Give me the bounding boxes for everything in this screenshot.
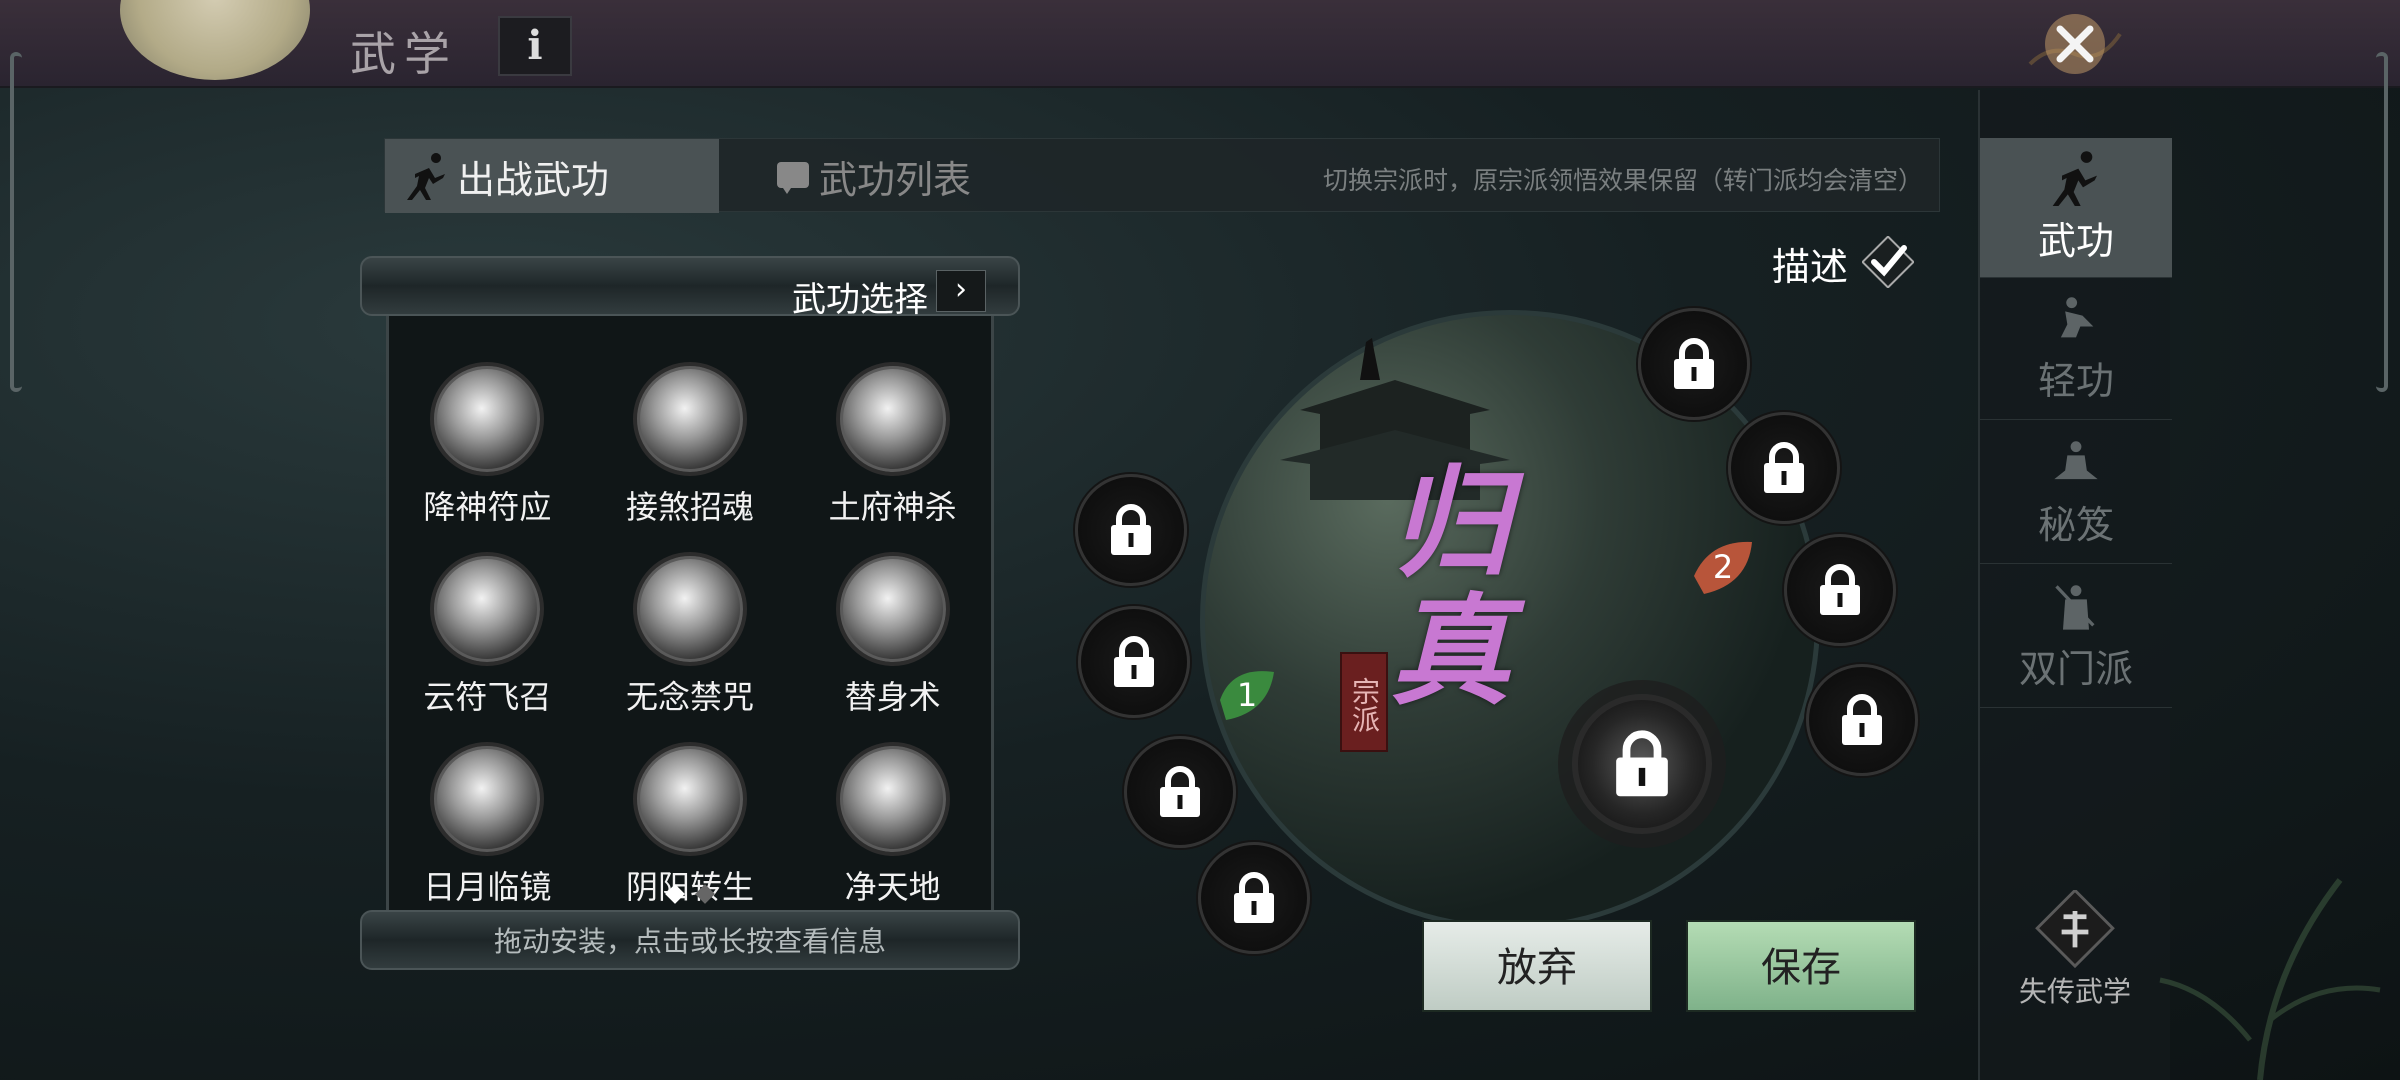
skill-grid: 降神符应 接煞招魂 土府神杀 云符飞召 无念禁咒 替身术 日月临镜 阴阳转生 净…	[386, 362, 994, 908]
skill-select-button[interactable]: ›	[936, 270, 986, 312]
tab-label: 出战武功	[457, 157, 610, 202]
checkmark-icon	[1861, 235, 1915, 289]
locked-slot[interactable]	[1075, 474, 1187, 586]
lock-icon	[1674, 338, 1714, 389]
skill-orb-icon	[835, 362, 950, 476]
skill-orb-icon	[835, 552, 950, 666]
sidebar-item-label: 双门派	[2018, 647, 2133, 691]
skill-item[interactable]: 替身术	[791, 552, 994, 718]
page-dot-active[interactable]	[665, 884, 685, 904]
martial-pose-icon	[2052, 151, 2097, 206]
tab-bar: 出战武功 武功列表 切换宗派时，原宗派领悟效果保留（转门派均会清空）	[384, 138, 1940, 213]
sidebar-item-dual-sect[interactable]: 双门派	[1980, 568, 2172, 708]
skill-item[interactable]: 云符飞召	[386, 552, 589, 718]
lock-icon	[1842, 694, 1882, 745]
locked-slot[interactable]	[1784, 534, 1896, 646]
skill-orb-icon	[430, 552, 545, 666]
skill-name: 云符飞召	[423, 678, 552, 716]
right-frame-decoration	[2376, 52, 2388, 392]
skill-name: 降神符应	[423, 488, 552, 526]
lock-icon	[1764, 442, 1804, 493]
locked-slot[interactable]	[1124, 736, 1236, 848]
skill-item[interactable]: 日月临镜	[386, 742, 589, 908]
skill-name: 无念禁咒	[625, 678, 754, 716]
tab-label: 武功列表	[819, 157, 972, 202]
close-button[interactable]	[2010, 4, 2140, 84]
skill-item[interactable]: 阴阳转生	[589, 742, 792, 908]
lock-icon	[1820, 564, 1860, 615]
lock-icon	[1111, 504, 1151, 555]
branch-1-marker: 1	[1212, 660, 1282, 730]
skill-item[interactable]: 土府神杀	[791, 362, 994, 528]
kick-icon	[2060, 297, 2094, 338]
branch-2-marker: 2	[1688, 532, 1758, 602]
locked-slot[interactable]	[1806, 664, 1918, 776]
skill-orb-icon	[430, 742, 545, 856]
description-label[interactable]: 描述	[1772, 236, 1848, 291]
locked-slot[interactable]	[1728, 412, 1840, 524]
sidebar-item-label: 秘笈	[2037, 503, 2114, 547]
locked-slot[interactable]	[1078, 606, 1190, 718]
drag-hint: 拖动安装，点击或长按查看信息	[493, 925, 886, 958]
page-indicator	[360, 884, 1020, 905]
plant-decoration	[2159, 878, 2381, 1080]
scroll-icon	[773, 156, 813, 196]
meditation-icon	[2054, 441, 2098, 480]
skill-orb-icon	[632, 552, 747, 666]
branch-label: 1	[1236, 676, 1258, 714]
core-skill-slot[interactable]	[1572, 694, 1712, 834]
lock-icon	[1616, 730, 1668, 797]
lost-arts-button[interactable]: 失传武学	[2000, 890, 2150, 1010]
abandon-button[interactable]: 放弃	[1422, 920, 1652, 1012]
swordsman-icon	[2055, 585, 2095, 630]
fighter-icon	[403, 152, 451, 200]
description-checkbox[interactable]	[1861, 235, 1915, 289]
scroll-top-rod: 武功选择 ›	[360, 256, 1020, 320]
skill-orb-icon	[835, 742, 950, 856]
locked-slot[interactable]	[1198, 842, 1310, 954]
skill-name: 接煞招魂	[625, 488, 754, 526]
top-bar: 武学 i	[0, 0, 2400, 88]
save-button[interactable]: 保存	[1686, 920, 1916, 1012]
skill-name: 替身术	[844, 678, 941, 716]
page-dot[interactable]	[695, 884, 715, 904]
sidebar-item-lightness[interactable]: 轻功	[1980, 280, 2172, 420]
skill-item[interactable]: 无念禁咒	[589, 552, 792, 718]
sidebar-item-label: 轻功	[2037, 359, 2114, 403]
skill-orb-icon	[430, 362, 545, 476]
lost-arts-emblem-icon	[2035, 890, 2115, 969]
branch-label: 2	[1712, 548, 1734, 586]
sect-name: 归真	[1390, 453, 1510, 722]
lock-icon	[1234, 872, 1274, 923]
page-title: 武学	[350, 27, 458, 81]
tab-battle-skills[interactable]: 出战武功	[385, 139, 719, 213]
tab-skill-list[interactable]: 武功列表	[755, 139, 1055, 213]
sidebar-item-secret-manual[interactable]: 秘笈	[1980, 424, 2172, 564]
skill-name: 土府神杀	[828, 488, 957, 526]
skill-select-label[interactable]: 武功选择	[792, 272, 928, 321]
skill-item[interactable]: 净天地	[791, 742, 994, 908]
skill-item[interactable]: 接煞招魂	[589, 362, 792, 528]
moon-decoration	[120, 0, 310, 80]
skill-orb-icon	[632, 742, 747, 856]
skill-item[interactable]: 降神符应	[386, 362, 589, 528]
lock-icon	[1160, 766, 1200, 817]
sect-seal: 宗派	[1340, 652, 1388, 752]
lock-icon	[1114, 636, 1154, 687]
close-icon	[2028, 14, 2122, 74]
chevron-right-icon: ›	[955, 272, 967, 307]
skill-scroll-panel: 武功选择 › 降神符应 接煞招魂 土府神杀 云符飞召 无念禁咒 替身术 日月临镜…	[360, 256, 1020, 988]
lost-arts-label: 失传武学	[2018, 975, 2131, 1008]
left-frame-decoration	[10, 52, 22, 392]
sect-switch-note: 切换宗派时，原宗派领悟效果保留（转门派均会清空）	[1322, 166, 1923, 195]
info-button[interactable]: i	[498, 16, 572, 76]
skill-orb-icon	[632, 362, 747, 476]
locked-slot[interactable]	[1638, 308, 1750, 420]
sidebar-item-martial-arts[interactable]: 武功	[1980, 138, 2172, 278]
sidebar-item-label: 武功	[2037, 219, 2114, 263]
